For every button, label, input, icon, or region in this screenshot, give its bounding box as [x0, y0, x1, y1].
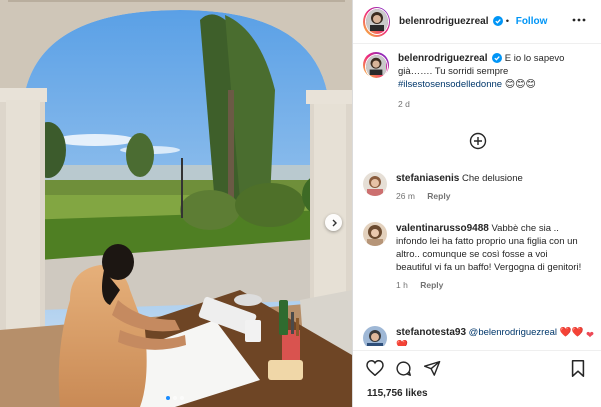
avatar-image: [363, 326, 387, 346]
post-side-panel: belenrodriguezreal • Follow belenrodrigu…: [352, 0, 601, 407]
next-photo-button[interactable]: [325, 214, 342, 231]
avatar-image: [365, 9, 388, 33]
avatar[interactable]: [363, 326, 387, 346]
comment-username[interactable]: valentinarusso9488: [396, 223, 489, 234]
heart-icon[interactable]: [366, 360, 384, 376]
comment-item: stefaniasenis Che delusione 26 m Reply: [363, 172, 598, 203]
photo-scene: [0, 0, 352, 407]
carousel-dot-active: [166, 396, 170, 400]
avatar[interactable]: [363, 222, 387, 246]
more-options-icon[interactable]: [572, 13, 586, 27]
avatar[interactable]: [363, 52, 389, 79]
avatar[interactable]: [363, 6, 390, 37]
likes-count[interactable]: 115,756 likes: [367, 388, 428, 399]
bookmark-icon[interactable]: [571, 360, 585, 377]
comments-area[interactable]: belenrodriguezreal E io lo sapevo già…….…: [353, 44, 601, 346]
share-icon[interactable]: [424, 360, 441, 376]
comment-text: Che delusione: [462, 173, 523, 184]
comment-icon[interactable]: [395, 360, 412, 377]
carousel-dot: [173, 396, 177, 400]
post-header: belenrodriguezreal • Follow: [353, 0, 601, 44]
verified-badge-icon: [493, 16, 504, 26]
comment-username[interactable]: stefaniasenis: [396, 173, 459, 184]
caption-age: 2 d: [398, 99, 410, 109]
avatar-image: [365, 54, 386, 77]
reply-button[interactable]: Reply: [420, 280, 443, 290]
caption-emojis: 😊😊😊: [504, 79, 536, 90]
comment-item: valentinarusso9488 Vabbè che sia .. info…: [363, 222, 598, 292]
chevron-right-icon: [332, 219, 337, 226]
post-caption: belenrodriguezreal E io lo sapevo già…….…: [363, 52, 593, 111]
comment-username[interactable]: stefanotesta93: [396, 327, 466, 338]
comment-age: 26 m: [396, 191, 415, 201]
avatar-image: [363, 172, 387, 196]
follow-button[interactable]: Follow: [516, 16, 548, 27]
header-username[interactable]: belenrodriguezreal: [399, 16, 488, 27]
caption-hashtag[interactable]: #ilsestosensodelledonne: [398, 79, 502, 90]
comment-age: 1 h: [396, 280, 408, 290]
carousel-dot: [180, 396, 184, 400]
caption-username[interactable]: belenrodriguezreal: [398, 53, 487, 64]
comment-like-heart-icon[interactable]: ❤: [586, 330, 594, 341]
instagram-post-view: belenrodriguezreal • Follow belenrodrigu…: [0, 0, 601, 407]
carousel-indicator: [166, 396, 184, 400]
avatar-image: [363, 222, 387, 246]
post-photo[interactable]: [0, 0, 352, 407]
comment-mention[interactable]: @belenrodriguezreal: [469, 327, 557, 338]
avatar[interactable]: [363, 172, 387, 196]
reply-button[interactable]: Reply: [427, 191, 450, 201]
plus-circle-icon[interactable]: [469, 132, 487, 150]
verified-badge-icon: [492, 53, 503, 63]
comment-item: stefanotesta93 @belenrodriguezreal ❤️❤️❤…: [363, 326, 598, 346]
action-bar: [353, 350, 601, 378]
